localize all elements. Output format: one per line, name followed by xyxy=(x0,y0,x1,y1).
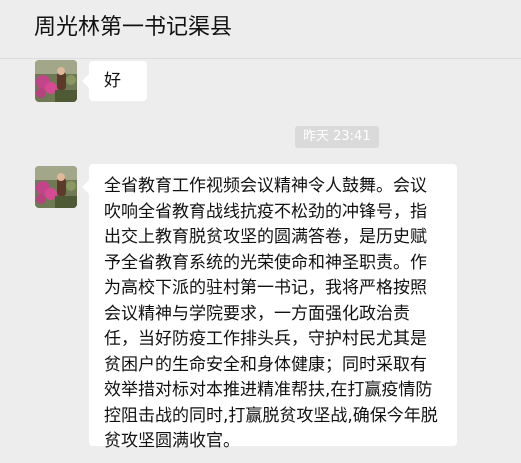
message-bubble[interactable]: 全省教育工作视频会议精神令人鼓舞。会议吹响全省教育战线抗疫不松劲的冲锋号，指出交… xyxy=(82,164,457,451)
avatar-photo xyxy=(35,60,77,102)
message-text: 全省教育工作视频会议精神令人鼓舞。会议吹响全省教育战线抗疫不松劲的冲锋号，指出交… xyxy=(104,176,438,451)
message-bubble[interactable]: 好 xyxy=(82,61,147,101)
sender-avatar[interactable] xyxy=(35,166,77,208)
sender-avatar[interactable] xyxy=(35,60,77,102)
timestamp-label: 昨天 23:41 xyxy=(295,126,379,148)
avatar-photo xyxy=(35,166,77,208)
chat-title[interactable]: 周光林第一书记渠县 xyxy=(34,13,232,43)
chat-header: 周光林第一书记渠县 xyxy=(0,0,521,59)
message-text: 好 xyxy=(104,71,121,91)
